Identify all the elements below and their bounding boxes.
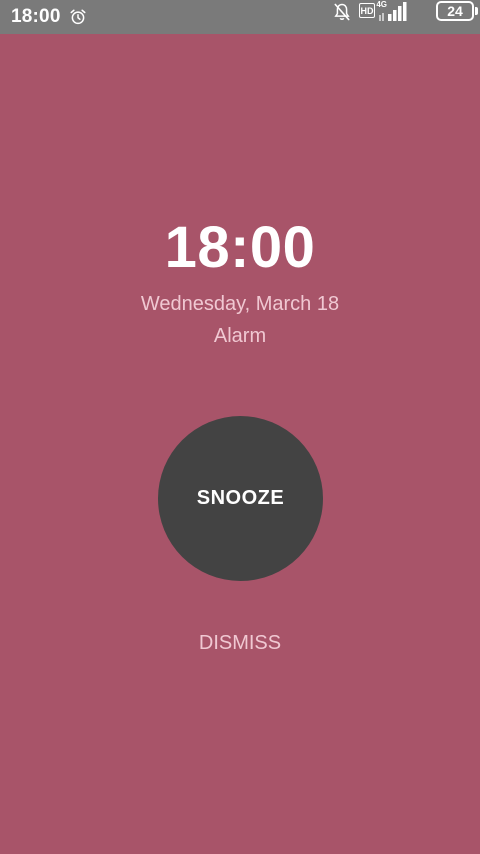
snooze-label: SNOOZE <box>196 487 285 509</box>
battery-icon: 24 <box>436 1 480 23</box>
alarm-time: 18:00 <box>164 215 316 280</box>
battery-level: 24 <box>447 3 463 19</box>
status-time: 18:00 <box>11 6 61 27</box>
alarm-label: Alarm <box>213 325 267 347</box>
alarm-clock-icon <box>70 9 86 25</box>
hd-icon: HD <box>359 3 375 18</box>
alarm-date: Wednesday, March 18 <box>140 293 340 315</box>
snooze-button[interactable]: SNOOZE <box>158 416 323 581</box>
signal-icon <box>379 2 407 21</box>
status-bar: 18:00 HD 4G 24 <box>0 0 480 34</box>
bell-off-icon <box>334 3 350 21</box>
dismiss-button[interactable]: DISMISS <box>140 626 340 660</box>
